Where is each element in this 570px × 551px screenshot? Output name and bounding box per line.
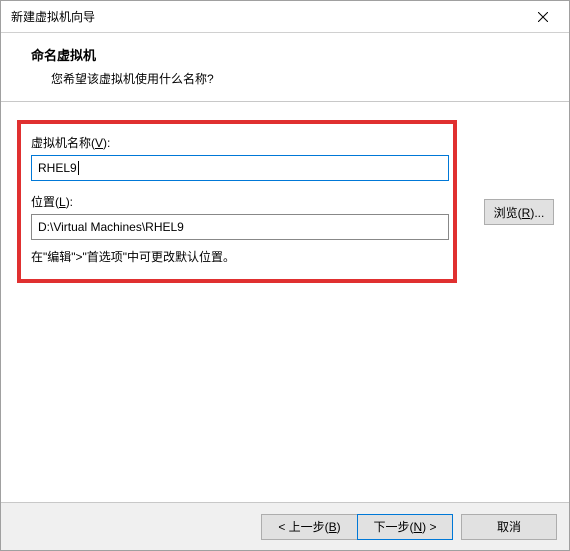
browse-button[interactable]: 浏览(R)... [484,199,554,225]
location-label: 位置(L): [31,193,443,210]
wizard-footer: < 上一步(B) 下一步(N) > 取消 [1,502,569,550]
location-row: 位置(L): [31,193,443,240]
location-input[interactable] [31,214,449,240]
vm-name-label: 虚拟机名称(V): [31,134,443,151]
next-button[interactable]: 下一步(N) > [357,514,453,540]
close-button[interactable] [521,3,565,31]
close-icon [538,12,548,22]
nav-button-group: < 上一步(B) 下一步(N) > [261,514,453,540]
vm-name-row: 虚拟机名称(V): RHEL9 [31,134,443,181]
hint-text: 在"编辑">"首选项"中可更改默认位置。 [31,248,443,265]
back-button[interactable]: < 上一步(B) [261,514,357,540]
page-subtitle: 您希望该虚拟机使用什么名称? [31,70,553,87]
titlebar: 新建虚拟机向导 [1,1,569,33]
text-caret [78,161,79,175]
vm-name-input[interactable]: RHEL9 [31,155,449,181]
cancel-button[interactable]: 取消 [461,514,557,540]
content-area: 虚拟机名称(V): RHEL9 位置(L): 在"编辑">"首选项"中可更改默认… [1,102,569,502]
vm-name-value: RHEL9 [38,161,77,175]
wizard-header: 命名虚拟机 您希望该虚拟机使用什么名称? [1,33,569,102]
highlight-box: 虚拟机名称(V): RHEL9 位置(L): 在"编辑">"首选项"中可更改默认… [17,120,457,283]
wizard-window: 新建虚拟机向导 命名虚拟机 您希望该虚拟机使用什么名称? 虚拟机名称(V): R… [0,0,570,551]
page-title: 命名虚拟机 [31,45,553,64]
window-title: 新建虚拟机向导 [11,8,95,25]
